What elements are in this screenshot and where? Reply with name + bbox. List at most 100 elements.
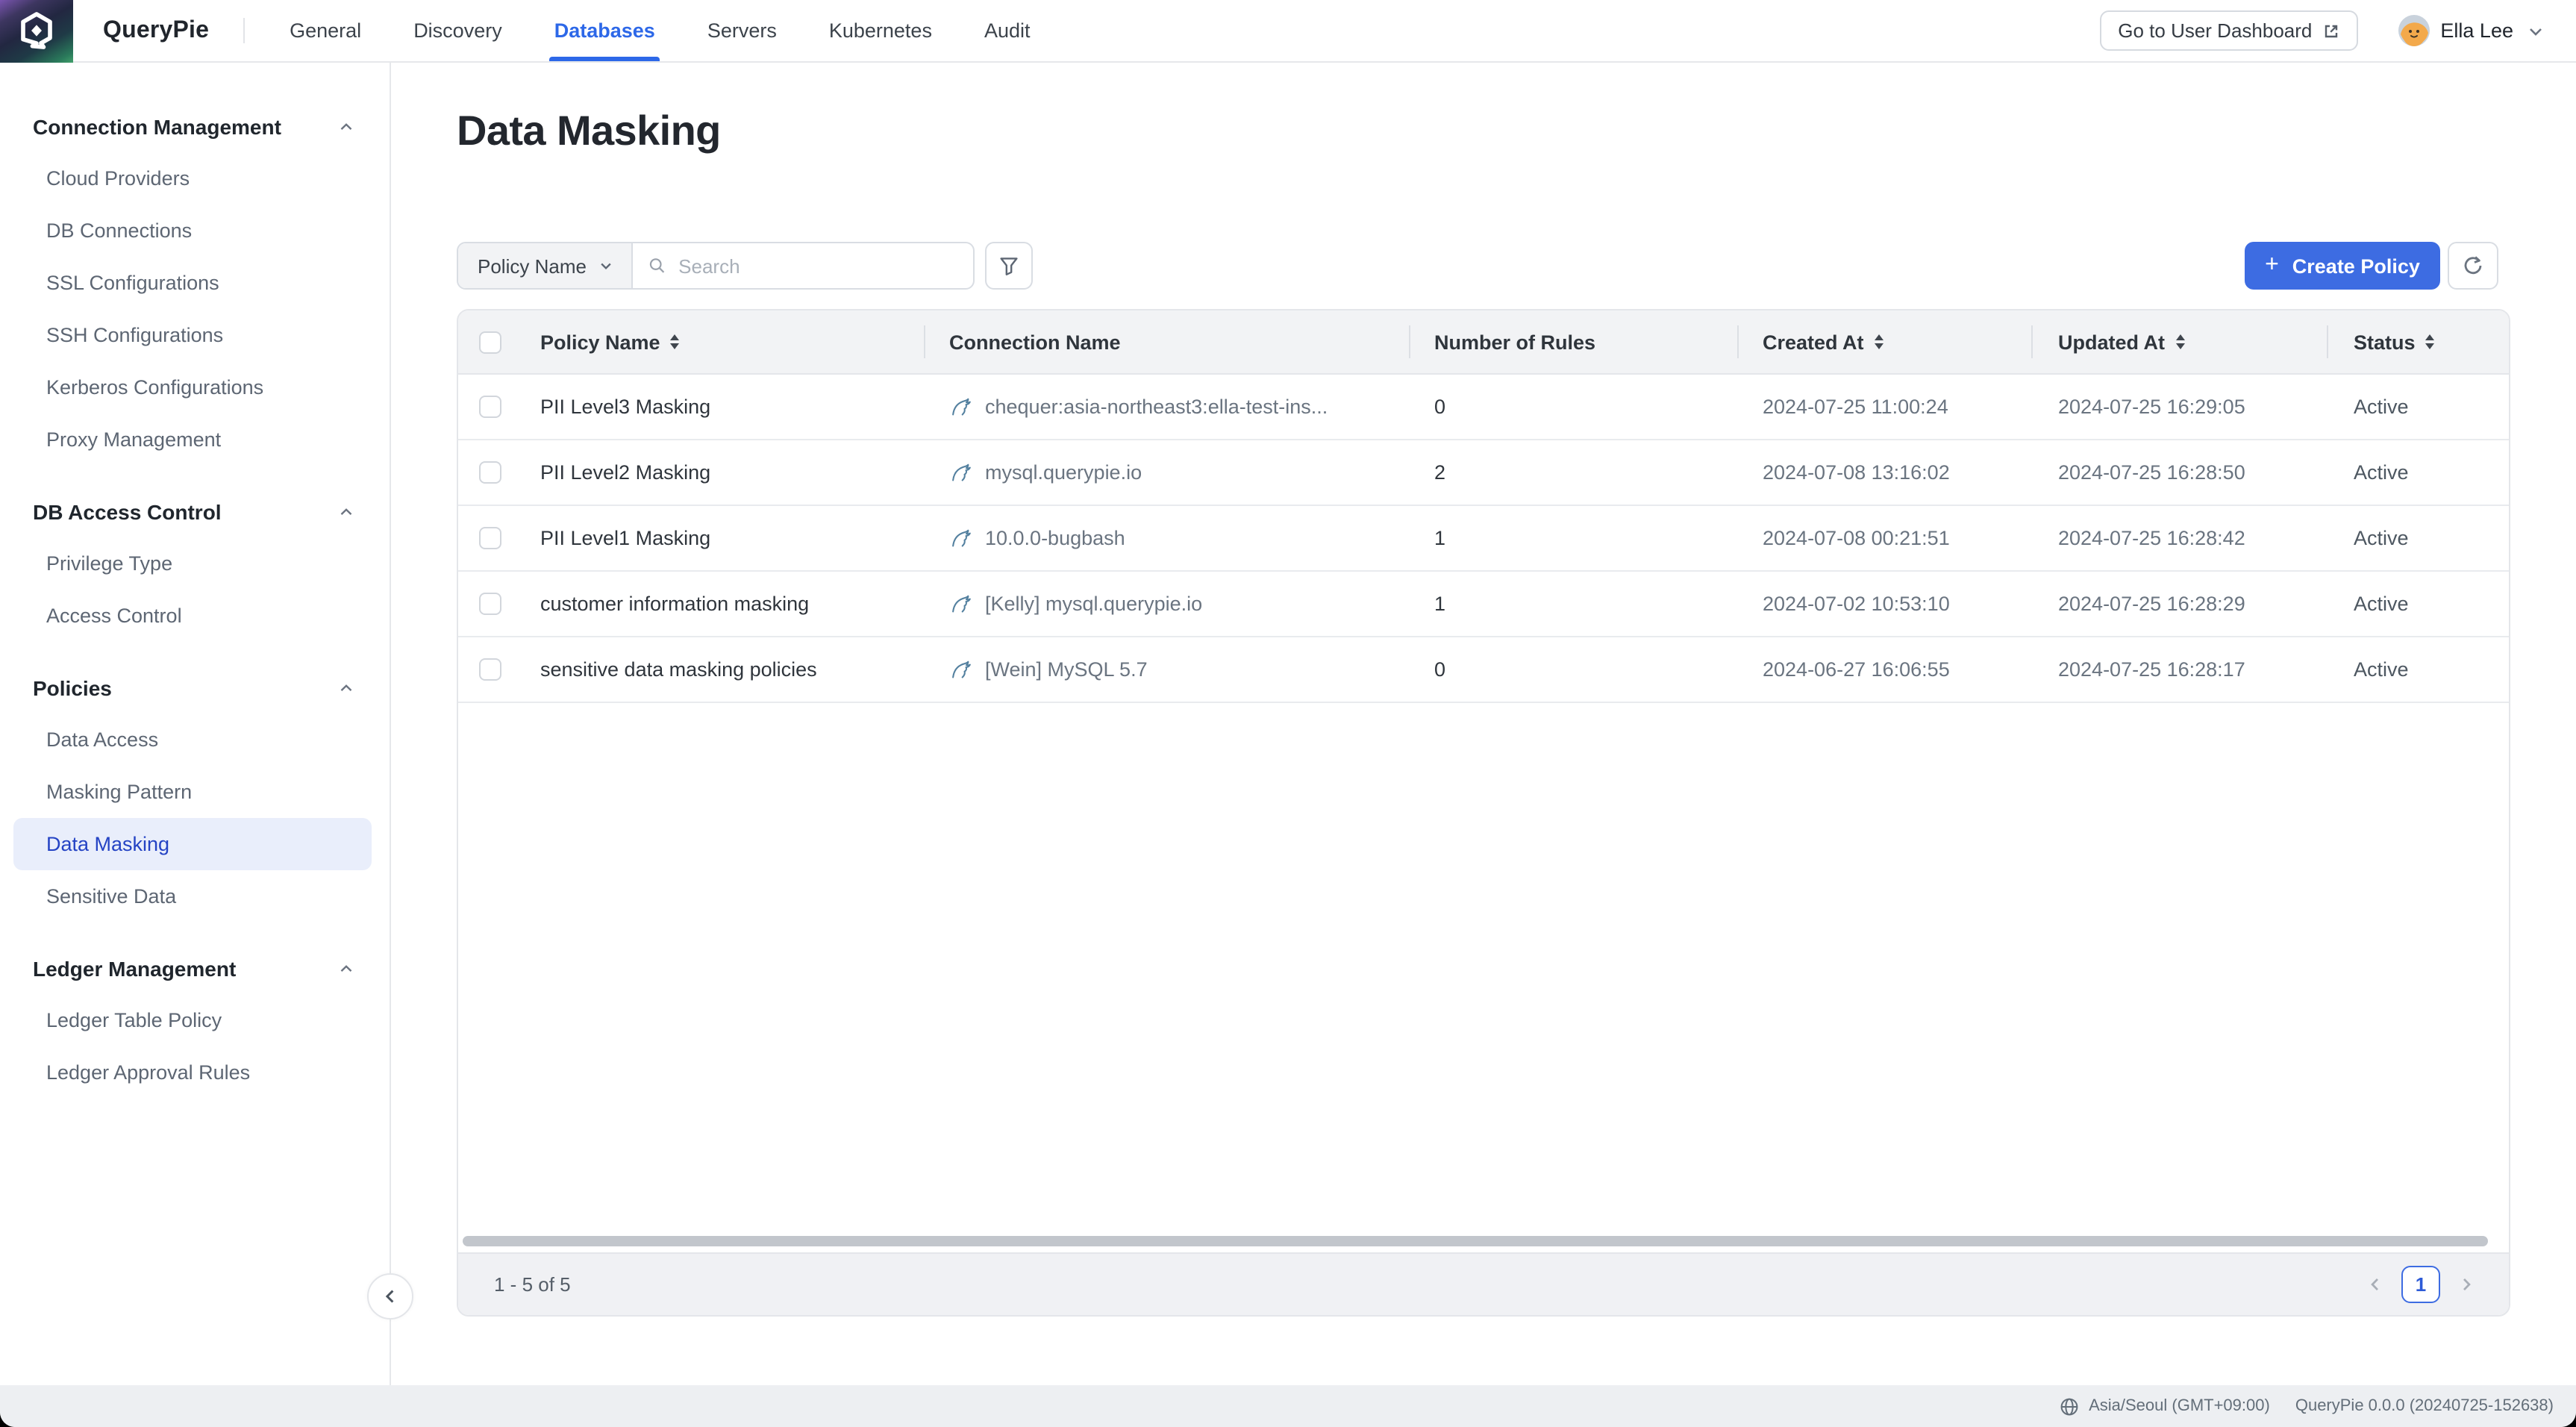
sort-icon[interactable] [1875, 334, 1883, 349]
connection-name-text: [Wein] MySQL 5.7 [985, 658, 1148, 681]
chevron-left-icon [381, 1287, 400, 1306]
cell-created-at: 2024-07-08 00:21:51 [1737, 527, 2031, 549]
cell-number-of-rules: 0 [1409, 396, 1737, 418]
sidebar-section-connection-management[interactable]: Connection Management [0, 100, 390, 152]
row-checkbox-cell [458, 593, 527, 615]
chevron-up-icon[interactable] [337, 678, 355, 696]
sort-icon[interactable] [671, 334, 680, 349]
cell-status: Active [2327, 527, 2509, 549]
pager: 1 [2366, 1266, 2476, 1303]
page-title: Data Masking [457, 107, 721, 155]
table-body: PII Level3 Masking chequer:asia-northeast… [458, 375, 2509, 703]
sidebar-item-data-access[interactable]: Data Access [0, 714, 390, 766]
main-content: Data Masking Policy Name [393, 63, 2576, 1385]
sidebar-item-privilege-type[interactable]: Privilege Type [0, 537, 390, 590]
refresh-icon [2461, 254, 2485, 278]
row-checkbox[interactable] [479, 658, 501, 681]
row-checkbox[interactable] [479, 527, 501, 549]
sidebar-item-masking-pattern[interactable]: Masking Pattern [0, 766, 390, 818]
sort-icon[interactable] [2426, 334, 2435, 349]
chevron-up-icon[interactable] [337, 502, 355, 520]
row-checkbox[interactable] [479, 461, 501, 484]
sidebar-item-ledger-approval-rules[interactable]: Ledger Approval Rules [0, 1046, 390, 1099]
search-toolbar: Policy Name [457, 242, 1033, 290]
table-row[interactable]: PII Level2 Maskingmysql.querypie.io22024… [458, 440, 2509, 506]
connection-name-text: chequer:asia-northeast3:ella-test-ins... [985, 396, 1328, 418]
row-checkbox[interactable] [479, 593, 501, 615]
cell-updated-at: 2024-07-25 16:28:17 [2031, 658, 2327, 681]
external-link-icon [2322, 22, 2340, 40]
page-number-button[interactable]: 1 [2401, 1266, 2440, 1303]
sidebar-section-db-access-control[interactable]: DB Access Control [0, 485, 390, 537]
select-all-checkbox[interactable] [479, 331, 501, 353]
sidebar-section-policies[interactable]: Policies [0, 661, 390, 714]
nav-divider [243, 18, 245, 43]
user-name: Ella Lee [2440, 19, 2513, 42]
chevron-right-icon [2457, 1275, 2476, 1294]
sidebar-item-sensitive-data[interactable]: Sensitive Data [0, 870, 390, 922]
chevron-left-icon [2366, 1275, 2385, 1294]
sidebar-item-data-masking[interactable]: Data Masking [13, 818, 372, 870]
search-input[interactable] [678, 255, 958, 277]
cell-policy-name: sensitive data masking policies [527, 658, 924, 681]
sidebar-item-ssl-configurations[interactable]: SSL Configurations [0, 257, 390, 309]
nav-tab-audit[interactable]: Audit [984, 0, 1031, 61]
nav-tab-kubernetes[interactable]: Kubernetes [829, 0, 932, 61]
header-checkbox-cell [458, 331, 527, 353]
column-header-label: Updated At [2058, 331, 2165, 353]
sidebar-item-cloud-providers[interactable]: Cloud Providers [0, 152, 390, 204]
sidebar-collapse-button[interactable] [367, 1273, 413, 1320]
sidebar-item-access-control[interactable]: Access Control [0, 590, 390, 642]
sort-icon[interactable] [2175, 334, 2184, 349]
column-header-created-at[interactable]: Created At [1737, 310, 2031, 373]
next-page-button[interactable] [2457, 1275, 2476, 1294]
create-policy-button[interactable]: + Create Policy [2245, 242, 2440, 290]
table-row[interactable]: sensitive data masking policies [Wein] My… [458, 637, 2509, 703]
table-row[interactable]: PII Level3 Masking chequer:asia-northeast… [458, 375, 2509, 440]
status-bar: Asia/Seoul (GMT+09:00) QueryPie 0.0.0 (2… [0, 1385, 2576, 1427]
cell-status: Active [2327, 396, 2509, 418]
chevron-up-icon[interactable] [337, 117, 355, 135]
sidebar-item-ssh-configurations[interactable]: SSH Configurations [0, 309, 390, 361]
chevron-up-icon[interactable] [337, 959, 355, 977]
cell-policy-name: PII Level2 Masking [527, 461, 924, 484]
nav-tab-databases[interactable]: Databases [554, 0, 655, 61]
sidebar-section-title: DB Access Control [33, 499, 222, 523]
querypie-logo[interactable] [0, 0, 73, 62]
row-checkbox[interactable] [479, 396, 501, 418]
cell-connection-name: [Kelly] mysql.querypie.io [924, 593, 1409, 615]
go-to-user-dashboard-button[interactable]: Go to User Dashboard [2100, 10, 2358, 51]
table-row[interactable]: customer information masking[Kelly] mysq… [458, 572, 2509, 637]
cell-connection-name: mysql.querypie.io [924, 461, 1409, 484]
horizontal-scrollbar-thumb[interactable] [463, 1236, 2488, 1246]
connection-name-text: mysql.querypie.io [985, 461, 1142, 484]
sidebar-section-ledger-management[interactable]: Ledger Management [0, 942, 390, 994]
column-header-policy-name[interactable]: Policy Name [527, 310, 924, 373]
table-row[interactable]: PII Level1 Masking10.0.0-bugbash12024-07… [458, 506, 2509, 572]
filter-button[interactable] [985, 242, 1033, 290]
refresh-button[interactable] [2448, 242, 2498, 290]
sidebar-item-ledger-table-policy[interactable]: Ledger Table Policy [0, 994, 390, 1046]
column-header-status[interactable]: Status [2327, 310, 2509, 373]
sidebar-item-proxy-management[interactable]: Proxy Management [0, 413, 390, 466]
nav-tab-servers[interactable]: Servers [707, 0, 777, 61]
cell-status: Active [2327, 658, 2509, 681]
column-header-updated-at[interactable]: Updated At [2031, 310, 2327, 373]
column-header-label: Status [2354, 331, 2416, 353]
cell-number-of-rules: 0 [1409, 658, 1737, 681]
user-menu-chevron-down-icon[interactable] [2527, 22, 2545, 40]
user-avatar[interactable] [2398, 15, 2430, 46]
search-category-select[interactable]: Policy Name [458, 243, 633, 288]
timezone: Asia/Seoul (GMT+09:00) [2059, 1396, 2270, 1416]
plus-icon: + [2265, 253, 2279, 277]
sidebar-item-db-connections[interactable]: DB Connections [0, 204, 390, 257]
horizontal-scrollbar [461, 1236, 2497, 1248]
cell-created-at: 2024-07-08 13:16:02 [1737, 461, 2031, 484]
sidebar-item-kerberos-configurations[interactable]: Kerberos Configurations [0, 361, 390, 413]
querypie-admin-window: QueryPie GeneralDiscoveryDatabasesServer… [0, 0, 2576, 1427]
nav-tab-discovery[interactable]: Discovery [413, 0, 502, 61]
cell-policy-name: PII Level3 Masking [527, 396, 924, 418]
go-to-user-dashboard-label: Go to User Dashboard [2118, 19, 2312, 42]
nav-tab-general[interactable]: General [290, 0, 361, 61]
previous-page-button[interactable] [2366, 1275, 2385, 1294]
